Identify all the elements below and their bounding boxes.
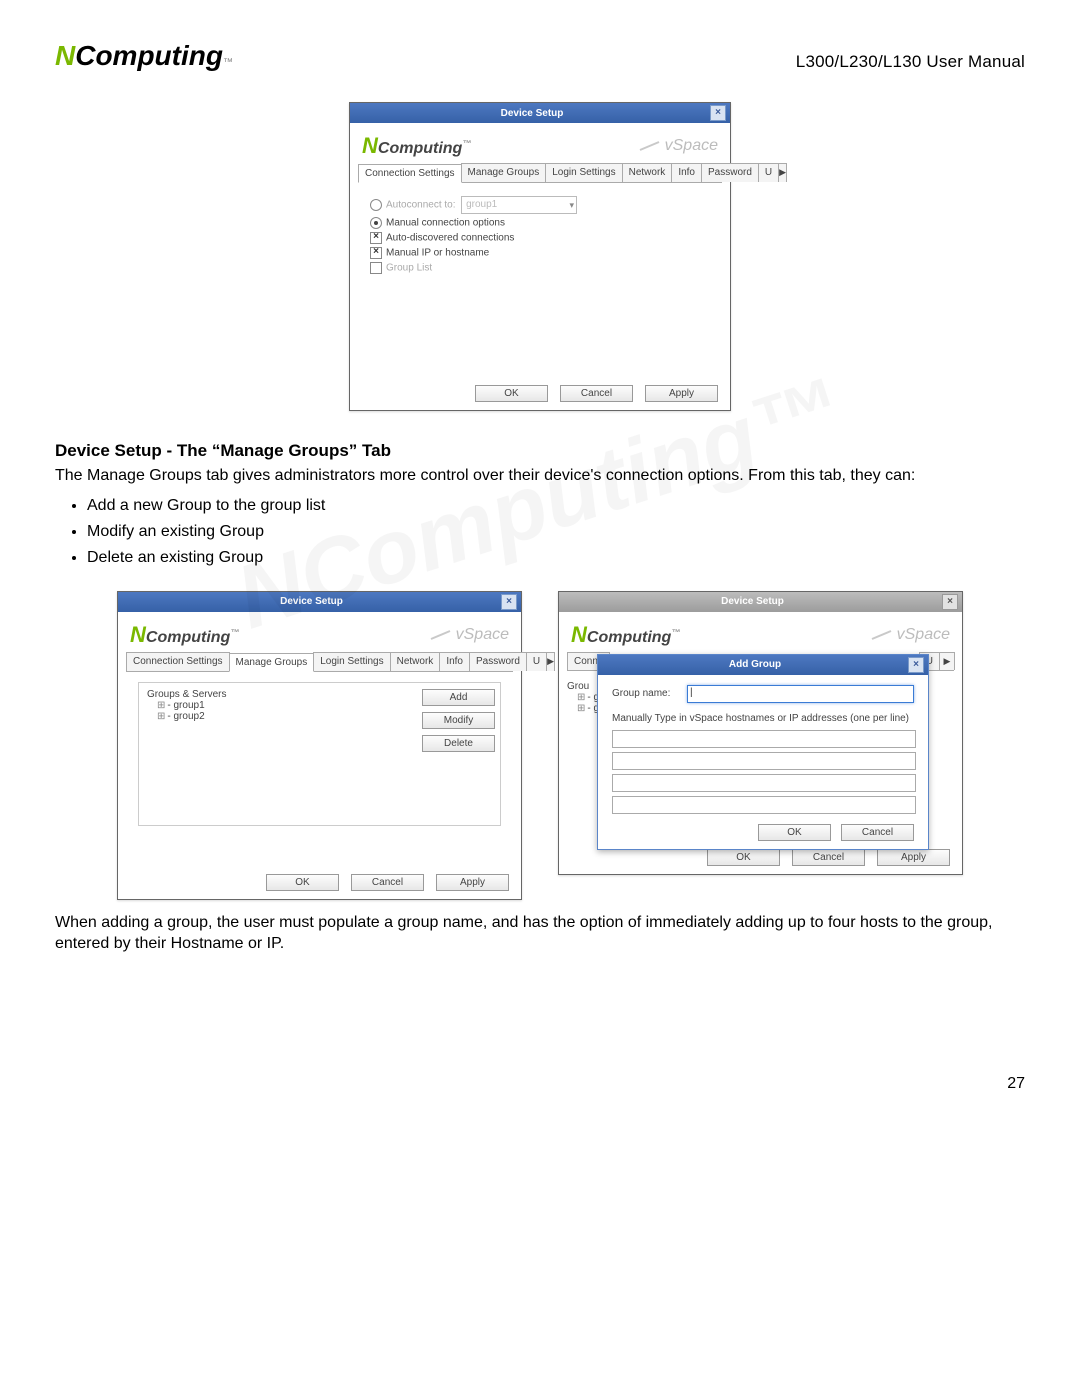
section-heading: Device Setup - The “Manage Groups” Tab — [55, 441, 1025, 461]
page-header: NComputing™ L300/L230/L130 User Manual — [55, 40, 1025, 72]
app-logo: NComputing™ — [362, 133, 471, 159]
screenshot-connection-settings: Device Setup × NComputing™ vSpace Connec… — [349, 102, 731, 411]
tab-password[interactable]: Password — [701, 163, 759, 182]
titlebar: Device Setup × — [559, 592, 962, 612]
close-icon[interactable]: × — [710, 105, 726, 121]
groups-panel: Groups & Servers ⊞- group1 ⊞- group2 Add… — [138, 682, 501, 826]
close-icon[interactable]: × — [942, 594, 958, 610]
list-item: Modify an existing Group — [87, 523, 1025, 541]
window-title: Device Setup — [122, 596, 501, 607]
bullet-list: Add a new Group to the group list Modify… — [87, 497, 1025, 567]
tab-manage-groups[interactable]: Manage Groups — [461, 163, 547, 182]
host-input-1[interactable] — [612, 730, 916, 748]
group-item[interactable]: group1 — [174, 700, 205, 711]
window-title: Device Setup — [354, 108, 710, 119]
manual-ip-label: Manual IP or hostname — [386, 248, 489, 259]
apply-button[interactable]: Apply — [877, 849, 950, 866]
add-button[interactable]: Add — [422, 689, 495, 706]
tab-network[interactable]: Network — [622, 163, 673, 182]
tab-connection-settings[interactable]: Connection Settings — [358, 164, 462, 183]
tab-info[interactable]: Info — [671, 163, 702, 182]
tab-scroll-right-icon[interactable]: ▶ — [546, 652, 555, 671]
doc-title: L300/L230/L130 User Manual — [796, 52, 1025, 72]
modal-cancel-button[interactable]: Cancel — [841, 824, 914, 841]
titlebar: Device Setup × — [118, 592, 521, 612]
check-auto-discovered[interactable] — [370, 232, 382, 244]
tab-u[interactable]: U — [758, 163, 779, 182]
groups-servers-label: Groups & Servers — [147, 689, 422, 700]
host-input-2[interactable] — [612, 752, 916, 770]
hosts-instruction: Manually Type in vSpace hostnames or IP … — [612, 713, 914, 724]
followup-text: When adding a group, the user must popul… — [55, 912, 1025, 955]
list-item: Delete an existing Group — [87, 549, 1025, 567]
autoconnect-dropdown[interactable]: group1 — [461, 196, 577, 214]
tab-bar: Connection Settings Manage Groups Login … — [126, 652, 513, 672]
autoconnect-label: Autoconnect to: — [386, 200, 456, 211]
logo-text: Computing — [75, 40, 223, 72]
group-list-label: Group List — [386, 263, 432, 274]
tree-toggle-icon[interactable]: ⊞ — [157, 700, 165, 711]
close-icon[interactable]: × — [501, 594, 517, 610]
tab-scroll-right-icon[interactable]: ▶ — [778, 163, 787, 182]
modal-close-icon[interactable]: × — [908, 657, 924, 673]
vspace-label: vSpace — [639, 137, 718, 155]
app-logo: NComputing™ — [571, 622, 680, 648]
tab-network[interactable]: Network — [390, 652, 441, 671]
ok-button[interactable]: OK — [266, 874, 339, 891]
auto-discovered-label: Auto-discovered connections — [386, 233, 514, 244]
group-name-input[interactable]: | — [687, 685, 914, 703]
modal-title-text: Add Group — [602, 659, 908, 670]
manual-options-label: Manual connection options — [386, 218, 505, 229]
titlebar: Device Setup × — [350, 103, 730, 123]
cancel-button[interactable]: Cancel — [351, 874, 424, 891]
ok-button[interactable]: OK — [707, 849, 780, 866]
check-manual-ip[interactable] — [370, 247, 382, 259]
modal-titlebar: Add Group × — [598, 655, 928, 675]
tree-toggle-icon: ⊞ — [577, 703, 585, 714]
tab-connection-settings[interactable]: Connection Settings — [126, 652, 230, 671]
ok-button[interactable]: OK — [475, 385, 548, 402]
tab-login-settings[interactable]: Login Settings — [545, 163, 622, 182]
delete-button[interactable]: Delete — [422, 735, 495, 752]
intro-text: The Manage Groups tab gives administrato… — [55, 465, 1025, 487]
modify-button[interactable]: Modify — [422, 712, 495, 729]
vspace-label: vSpace — [871, 626, 950, 644]
add-group-modal: Add Group × Group name: | Manually Type … — [597, 654, 929, 850]
cancel-button[interactable]: Cancel — [560, 385, 633, 402]
modal-ok-button[interactable]: OK — [758, 824, 831, 841]
host-input-4[interactable] — [612, 796, 916, 814]
tab-u[interactable]: U — [526, 652, 547, 671]
tab-password[interactable]: Password — [469, 652, 527, 671]
tab-login-settings[interactable]: Login Settings — [313, 652, 390, 671]
group-name-label: Group name: — [612, 688, 687, 699]
check-group-list[interactable] — [370, 262, 382, 274]
tab-manage-groups[interactable]: Manage Groups — [229, 653, 315, 672]
tree-toggle-icon: ⊞ — [577, 692, 585, 703]
screenshot-add-group: Device Setup × NComputing™ vSpace Conne … — [558, 591, 963, 875]
cancel-button[interactable]: Cancel — [792, 849, 865, 866]
list-item: Add a new Group to the group list — [87, 497, 1025, 515]
app-logo: NComputing™ — [130, 622, 239, 648]
apply-button[interactable]: Apply — [436, 874, 509, 891]
screenshot-manage-groups: Device Setup × NComputing™ vSpace Connec… — [117, 591, 522, 900]
window-title: Device Setup — [563, 596, 942, 607]
logo-tm: ™ — [223, 57, 233, 68]
apply-button[interactable]: Apply — [645, 385, 718, 402]
vspace-label: vSpace — [430, 626, 509, 644]
group-item[interactable]: group2 — [174, 711, 205, 722]
tree-toggle-icon[interactable]: ⊞ — [157, 711, 165, 722]
host-input-3[interactable] — [612, 774, 916, 792]
logo-n: N — [55, 40, 75, 72]
radio-autoconnect[interactable] — [370, 199, 382, 211]
tab-scroll-right-icon[interactable]: ▶ — [939, 652, 955, 670]
ncomputing-logo: NComputing™ — [55, 40, 233, 72]
tab-bar: Connection Settings Manage Groups Login … — [358, 163, 722, 183]
page-number: 27 — [55, 1075, 1025, 1093]
tab-info[interactable]: Info — [439, 652, 470, 671]
radio-manual-options[interactable] — [370, 217, 382, 229]
